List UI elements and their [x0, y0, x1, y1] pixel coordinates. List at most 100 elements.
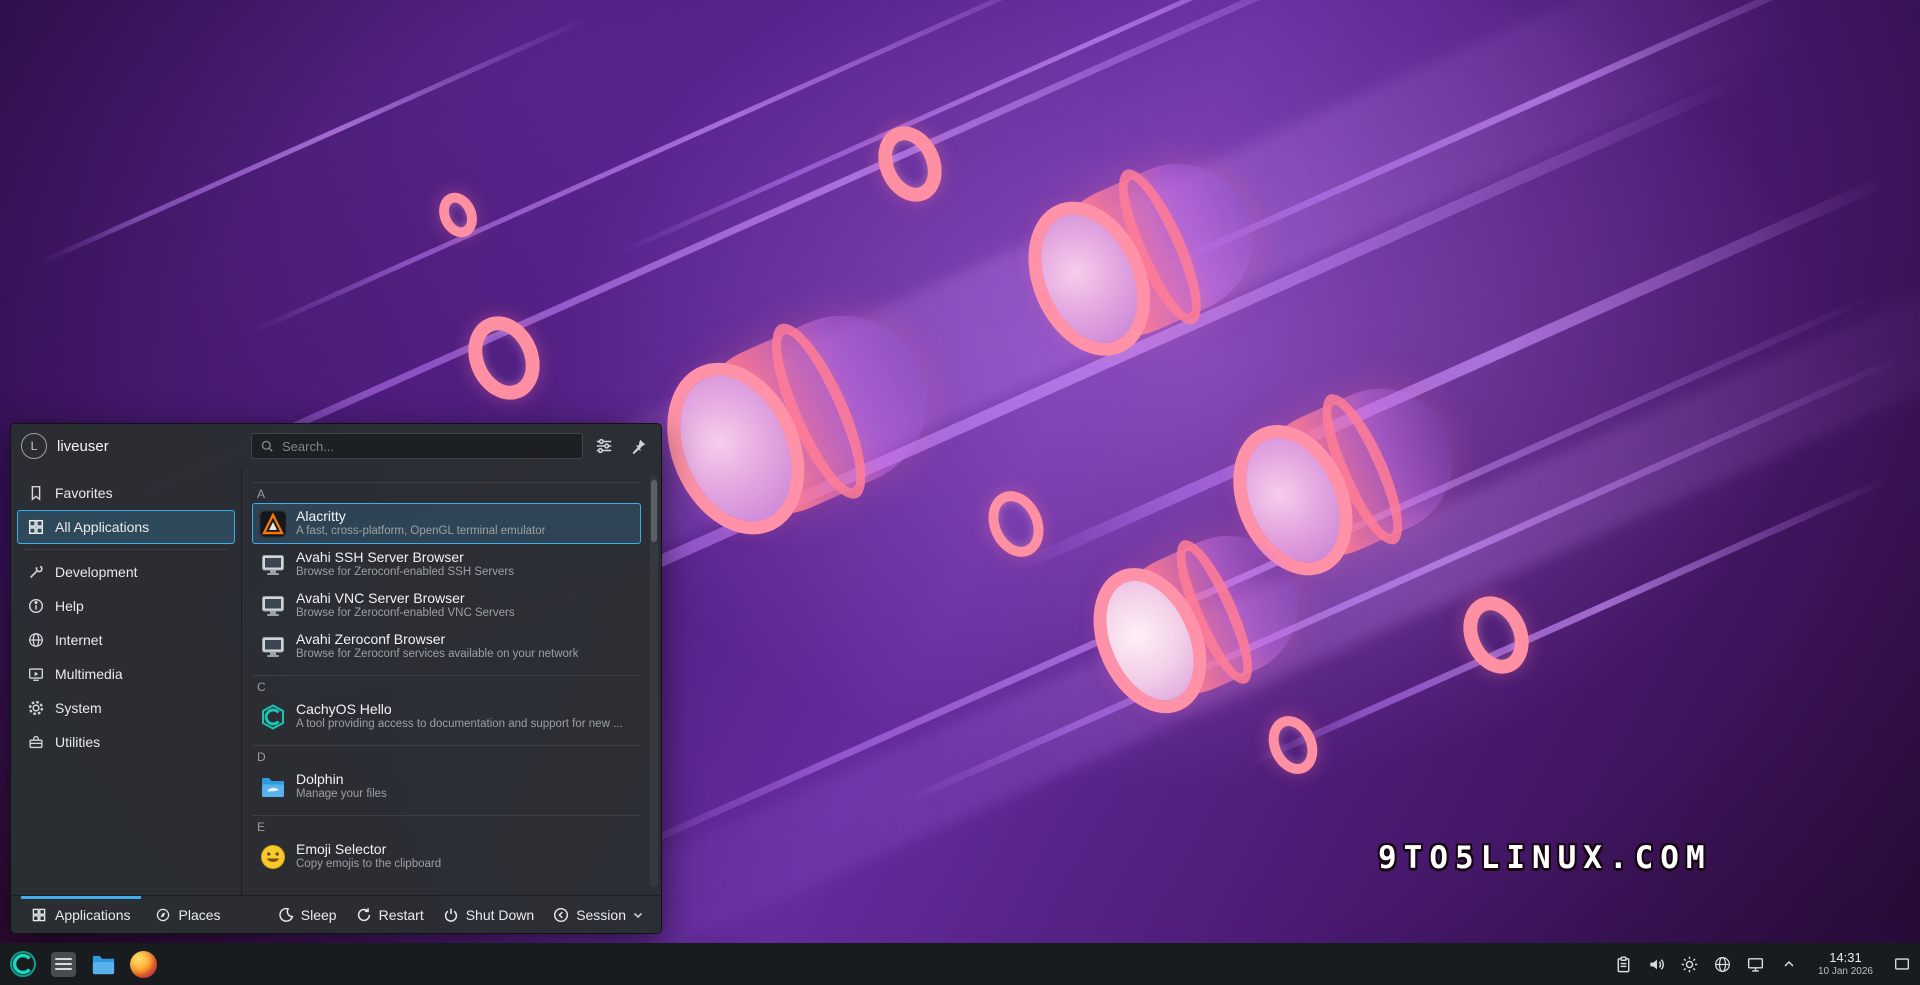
action-label: Shut Down [466, 907, 534, 923]
sidebar-item-favorites[interactable]: Favorites [17, 476, 235, 510]
session-button[interactable]: Session [543, 901, 653, 929]
application-launcher: L liveuser Favorites [10, 423, 662, 934]
app-description: Manage your files [296, 788, 387, 801]
tab-applications[interactable]: Applications [19, 896, 143, 933]
tray-expand-chevron-icon[interactable] [1779, 954, 1799, 974]
section-letter: C [252, 678, 641, 696]
sidebar-item-help[interactable]: Help [17, 589, 235, 623]
app-description: Copy emojis to the clipboard [296, 858, 441, 871]
app-launcher-button[interactable] [8, 949, 38, 979]
app-description: Browse for Zeroconf services available o… [296, 648, 579, 661]
compass-icon [155, 907, 171, 923]
sidebar-item-label: Internet [55, 632, 102, 648]
app-name: Avahi Zeroconf Browser [296, 632, 579, 647]
display-icon[interactable] [1746, 954, 1766, 974]
system-tray: 14:31 10 Jan 2026 [1614, 951, 1912, 977]
app-name: Dolphin [296, 772, 387, 787]
tools-icon [27, 563, 45, 581]
section-letter: D [252, 748, 641, 766]
section-letter: A [252, 485, 641, 503]
restart-button[interactable]: Restart [346, 901, 433, 929]
sidebar-item-internet[interactable]: Internet [17, 623, 235, 657]
section-a: A Alacritty A fast, cross-platform, Open… [252, 482, 641, 667]
app-text: CachyOS Hello A tool providing access to… [296, 702, 623, 731]
section-letter: E [252, 818, 641, 836]
app-item-dolphin[interactable]: Dolphin Manage your files [252, 766, 641, 807]
app-text: Emoji Selector Copy emojis to the clipbo… [296, 842, 441, 871]
category-sidebar: Favorites All Applications Development H… [11, 468, 241, 895]
user-block: L liveuser [21, 433, 243, 459]
alacritty-icon [259, 510, 287, 538]
app-text: Avahi VNC Server Browser Browse for Zero… [296, 591, 515, 620]
app-text: Dolphin Manage your files [296, 772, 387, 801]
sidebar-item-label: Utilities [55, 734, 100, 750]
configure-icon[interactable] [591, 433, 617, 459]
app-item-avahi-ssh[interactable]: Avahi SSH Server Browser Browse for Zero… [252, 544, 641, 585]
sidebar-item-system[interactable]: System [17, 691, 235, 725]
desktop: 9TO5LINUX.COM L liveuser [0, 0, 1920, 985]
app-name: Alacritty [296, 509, 545, 524]
firefox-icon[interactable] [128, 949, 158, 979]
sidebar-item-label: Help [55, 598, 84, 614]
app-description: A tool providing access to documentation… [296, 718, 623, 731]
power-icon [442, 906, 460, 924]
taskbar: 14:31 10 Jan 2026 [0, 943, 1920, 985]
avatar[interactable]: L [21, 433, 47, 459]
app-item-emoji-selector[interactable]: Emoji Selector Copy emojis to the clipbo… [252, 836, 641, 877]
task-list-icon[interactable] [48, 949, 78, 979]
show-desktop-icon[interactable] [1892, 954, 1912, 974]
app-item-cachyos-hello[interactable]: CachyOS Hello A tool providing access to… [252, 696, 641, 737]
username: liveuser [57, 438, 109, 455]
gear-icon [27, 699, 45, 717]
grid-icon [31, 907, 47, 923]
tab-places[interactable]: Places [143, 896, 233, 933]
app-item-avahi-vnc[interactable]: Avahi VNC Server Browser Browse for Zero… [252, 585, 641, 626]
application-list: A Alacritty A fast, cross-platform, Open… [241, 468, 661, 895]
globe-icon [27, 631, 45, 649]
app-item-avahi-zeroconf[interactable]: Avahi Zeroconf Browser Browse for Zeroco… [252, 626, 641, 667]
shutdown-button[interactable]: Shut Down [433, 901, 543, 929]
app-name: Avahi SSH Server Browser [296, 550, 514, 565]
app-text: Avahi SSH Server Browser Browse for Zero… [296, 550, 514, 579]
launcher-footer: Applications Places Sleep Restart Shut D… [11, 895, 661, 933]
cachyos-icon [259, 703, 287, 731]
cachyos-logo-icon [9, 950, 37, 978]
file-manager-icon[interactable] [88, 949, 118, 979]
sidebar-item-development[interactable]: Development [17, 555, 235, 589]
network-icon[interactable] [1713, 954, 1733, 974]
sidebar-item-multimedia[interactable]: Multimedia [17, 657, 235, 691]
action-label: Sleep [301, 907, 337, 923]
search-box[interactable] [251, 433, 583, 459]
search-input[interactable] [280, 438, 574, 455]
session-icon [552, 906, 570, 924]
scrollbar-thumb[interactable] [651, 480, 657, 542]
section-c: C CachyOS Hello A tool providing access … [252, 675, 641, 737]
watermark-text: 9TO5LINUX.COM [1378, 840, 1712, 876]
clock-date: 10 Jan 2026 [1818, 966, 1873, 978]
section-e: E Emoji Selector Copy emojis to the clip… [252, 815, 641, 877]
clock-time: 14:31 [1829, 951, 1862, 966]
app-text: Alacritty A fast, cross-platform, OpenGL… [296, 509, 545, 538]
sidebar-item-utilities[interactable]: Utilities [17, 725, 235, 759]
pin-icon[interactable] [625, 433, 651, 459]
action-label: Session [576, 907, 626, 923]
sleep-button[interactable]: Sleep [268, 901, 346, 929]
app-description: Browse for Zeroconf-enabled VNC Servers [296, 607, 515, 620]
multimedia-icon [27, 665, 45, 683]
sidebar-item-all-applications[interactable]: All Applications [17, 510, 235, 544]
bookmark-icon [27, 484, 45, 502]
app-item-alacritty[interactable]: Alacritty A fast, cross-platform, OpenGL… [252, 503, 641, 544]
clock[interactable]: 14:31 10 Jan 2026 [1818, 951, 1873, 977]
clipboard-icon[interactable] [1614, 954, 1634, 974]
action-label: Restart [379, 907, 424, 923]
dolphin-icon [259, 773, 287, 801]
sidebar-item-label: Development [55, 564, 138, 580]
emoji-icon [259, 843, 287, 871]
avatar-initial: L [31, 439, 38, 453]
brightness-icon[interactable] [1680, 954, 1700, 974]
volume-icon[interactable] [1647, 954, 1667, 974]
section-d: D Dolphin Manage your files [252, 745, 641, 807]
chevron-down-icon [632, 909, 644, 921]
scrollbar[interactable] [650, 476, 658, 887]
sidebar-item-label: Favorites [55, 485, 113, 501]
